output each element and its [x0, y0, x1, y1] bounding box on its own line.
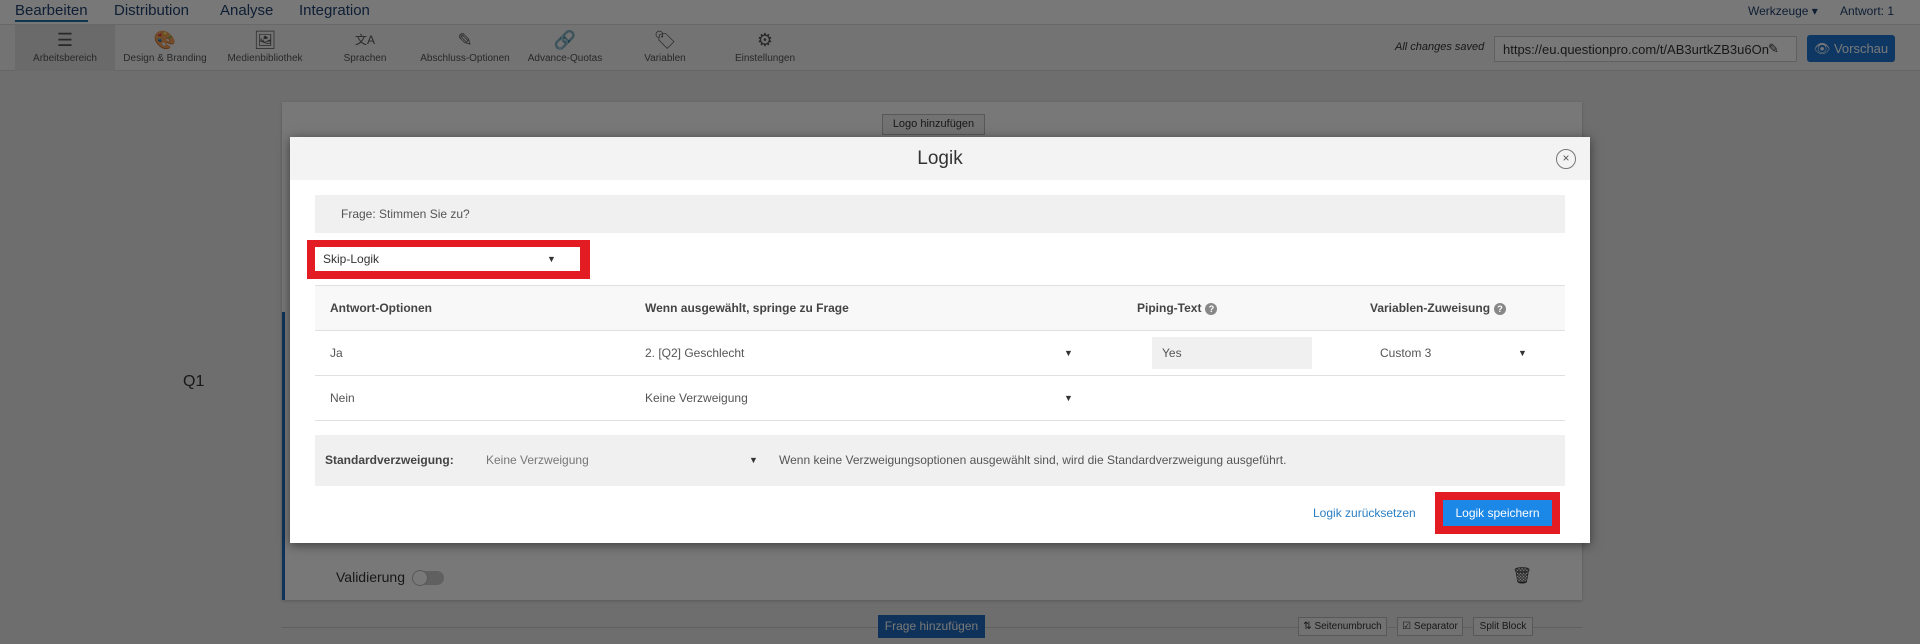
- survey-url: https://eu.questionpro.com/t/AB3urtkZB3u…: [1503, 42, 1769, 57]
- tool-design-branding[interactable]: 🎨 Design & Branding: [115, 25, 215, 71]
- responses-count[interactable]: Antwort: 1: [1840, 4, 1894, 18]
- table-row: Ja 2. [Q2] Geschlecht ▼ Yes Custom 3 ▼: [315, 331, 1565, 376]
- chevron-down-icon: ▼: [749, 455, 758, 465]
- magic-wand-icon: ✎: [457, 30, 473, 50]
- default-branch-note: Wenn keine Verzweigungsoptionen ausgewäh…: [779, 453, 1287, 467]
- separator-button[interactable]: ☑ Separator: [1397, 617, 1463, 636]
- chevron-down-icon: ▼: [1064, 348, 1073, 358]
- logic-type-select[interactable]: Skip-Logik ▼: [315, 247, 580, 271]
- gear-icon: ⚙: [756, 30, 774, 50]
- default-branch-select[interactable]: Keine Verzweigung ▼: [480, 445, 770, 477]
- palette-icon: 🎨: [153, 30, 177, 50]
- tool-medienbibliothek[interactable]: 🖼 Medienbibliothek: [215, 25, 315, 71]
- chevron-down-icon: ▼: [1064, 393, 1073, 403]
- save-logic-button[interactable]: Logik speichern: [1443, 500, 1552, 526]
- validation-label: Validierung: [336, 569, 406, 585]
- tool-label: Arbeitsbereich: [33, 53, 97, 64]
- modal-title: Logik: [917, 148, 963, 169]
- table-header: Antwort-Optionen Wenn ausgewählt, spring…: [315, 285, 1565, 331]
- tool-einstellungen[interactable]: ⚙ Einstellungen: [715, 25, 815, 71]
- jump-select[interactable]: Keine Verzweigung ▼: [640, 382, 1080, 414]
- add-question-button[interactable]: Frage hinzufügen: [878, 615, 985, 638]
- default-branch-value: Keine Verzweigung: [486, 453, 589, 467]
- piping-value: Yes: [1162, 346, 1182, 360]
- add-logo-button[interactable]: Logo hinzufügen: [882, 114, 985, 135]
- tool-sprachen[interactable]: 文A Sprachen: [315, 25, 415, 71]
- help-icon[interactable]: ?: [1494, 302, 1507, 315]
- question-text: Frage: Stimmen Sie zu?: [341, 207, 470, 221]
- chevron-down-icon: ▼: [1518, 348, 1527, 358]
- col-answer: Antwort-Optionen: [330, 301, 432, 315]
- trash-icon[interactable]: 🗑: [1512, 566, 1532, 586]
- tool-label: Medienbibliothek: [227, 53, 303, 64]
- survey-url-field[interactable]: https://eu.questionpro.com/t/AB3urtkZB3u…: [1494, 36, 1797, 62]
- save-status: All changes saved: [1395, 41, 1485, 53]
- jump-value: Keine Verzweigung: [645, 391, 748, 405]
- translate-icon: 文A: [354, 33, 375, 47]
- close-icon[interactable]: ×: [1556, 149, 1576, 169]
- tool-label: Variablen: [644, 53, 686, 64]
- split-block-button[interactable]: Split Block: [1473, 617, 1533, 636]
- image-icon: 🖼: [253, 30, 277, 50]
- tool-abschluss-optionen[interactable]: ✎ Abschluss-Optionen: [415, 25, 515, 71]
- help-icon[interactable]: ?: [1205, 302, 1218, 315]
- logic-type-value: Skip-Logik: [323, 252, 380, 266]
- tool-label: Sprachen: [343, 53, 387, 64]
- question-bar: Frage: Stimmen Sie zu?: [315, 195, 1565, 233]
- tool-arbeitsbereich[interactable]: ☰ Arbeitsbereich: [15, 25, 115, 71]
- variable-value: Custom 3: [1380, 346, 1432, 360]
- logic-modal: Logik × Frage: Stimmen Sie zu? Skip-Logi…: [290, 137, 1590, 543]
- tools-menu[interactable]: Werkzeuge ▾: [1748, 4, 1818, 18]
- chevron-down-icon: ▼: [547, 254, 556, 264]
- jump-value: 2. [Q2] Geschlecht: [645, 346, 745, 360]
- col-variable: Variablen-Zuweisung?: [1370, 301, 1507, 315]
- tool-label: Einstellungen: [734, 53, 796, 64]
- tab-bearbeiten[interactable]: Bearbeiten: [15, 2, 88, 22]
- modal-header: Logik: [290, 137, 1590, 180]
- tool-label: Abschluss-Optionen: [420, 53, 510, 64]
- tool-label: Design & Branding: [123, 53, 207, 64]
- question-selected-bar: [282, 312, 285, 600]
- tab-integration[interactable]: Integration: [299, 2, 370, 19]
- top-nav: Bearbeiten Distribution Analyse Integrat…: [0, 0, 1920, 25]
- tab-distribution[interactable]: Distribution: [114, 2, 189, 19]
- link-icon: 🔗: [553, 30, 577, 50]
- default-branch-bar: Standardverzweigung: Keine Verzweigung ▼ …: [315, 435, 1565, 486]
- pencil-icon[interactable]: ✎: [1768, 41, 1779, 57]
- answer-text: Nein: [330, 391, 355, 405]
- tool-advance-quotas[interactable]: 🔗 Advance-Quotas: [515, 25, 615, 71]
- default-branch-label: Standardverzweigung:: [325, 453, 454, 467]
- answer-text: Ja: [330, 346, 343, 360]
- piping-text-input[interactable]: Yes: [1152, 337, 1312, 369]
- question-number: Q1: [183, 373, 205, 390]
- col-jump: Wenn ausgewählt, springe zu Frage: [645, 301, 849, 315]
- page-break-button[interactable]: ⇅ Seitenumbruch: [1298, 617, 1387, 636]
- col-piping: Piping-Text?: [1137, 301, 1218, 315]
- preview-button[interactable]: 👁 Vorschau: [1807, 35, 1895, 62]
- variable-select[interactable]: Custom 3 ▼: [1370, 337, 1540, 369]
- tab-analyse[interactable]: Analyse: [220, 2, 273, 19]
- tag-icon: 🏷: [653, 30, 677, 50]
- list-icon: ☰: [56, 30, 74, 50]
- reset-logic-link[interactable]: Logik zurücksetzen: [1313, 506, 1416, 520]
- tool-label: Advance-Quotas: [527, 53, 603, 64]
- jump-select[interactable]: 2. [Q2] Geschlecht ▼: [640, 337, 1080, 369]
- validation-toggle[interactable]: [412, 570, 444, 586]
- tool-variablen[interactable]: 🏷 Variablen: [615, 25, 715, 71]
- table-row: Nein Keine Verzweigung ▼: [315, 376, 1565, 421]
